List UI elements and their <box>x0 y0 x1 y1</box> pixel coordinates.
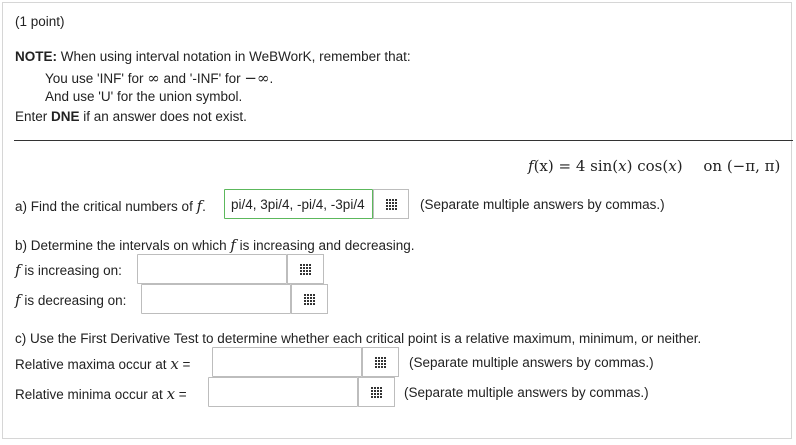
note-line-inf: You use 'INF' for ∞ and '-INF' for −∞. <box>45 69 273 87</box>
decreasing-label: f is decreasing on: <box>15 291 126 309</box>
function-arg: (x) = 4 sin( <box>533 157 619 175</box>
increasing-input[interactable] <box>137 254 287 284</box>
minima-x: x <box>166 385 176 403</box>
maxima-input[interactable] <box>212 347 362 377</box>
minima-input[interactable] <box>208 377 358 407</box>
section-divider <box>14 140 793 141</box>
maxima-hint: (Separate multiple answers by commas.) <box>409 355 654 370</box>
part-b-label: b) Determine the intervals on which f is… <box>15 236 415 254</box>
grid-icon <box>385 198 397 210</box>
decreasing-field[interactable] <box>142 285 290 313</box>
minima-field[interactable] <box>209 378 357 406</box>
function-x2: x <box>668 157 677 175</box>
neg-infinity-symbol: −∞ <box>244 69 270 87</box>
function-mid: ) cos( <box>626 157 669 175</box>
minima-text: Relative minima occur at <box>15 387 167 402</box>
minima-eq: = <box>175 387 187 402</box>
part-a-text: a) Find the critical numbers of <box>15 199 197 214</box>
equation-editor-button-inc[interactable] <box>287 254 324 284</box>
part-a-label: a) Find the critical numbers of f. <box>15 197 206 215</box>
maxima-eq: = <box>178 357 191 372</box>
maxima-text: Relative maxima occur at <box>15 357 171 372</box>
note-line-union: And use 'U' for the union symbol. <box>45 89 243 104</box>
dne-text-a: Enter <box>15 109 52 124</box>
maxima-x: x <box>170 355 179 373</box>
note-label: NOTE: <box>15 49 57 64</box>
part-b-text-a: b) Determine the intervals on which <box>15 238 231 253</box>
note-dne: Enter DNE if an answer does not exist. <box>15 109 247 124</box>
increasing-label: f is increasing on: <box>15 261 122 279</box>
critical-numbers-field[interactable] <box>225 190 372 218</box>
dne-keyword: DNE <box>51 109 80 124</box>
grid-icon <box>304 293 315 305</box>
grid-icon <box>371 386 382 398</box>
equation-editor-button-dec[interactable] <box>291 284 328 314</box>
function-on: on <box>703 157 723 175</box>
critical-numbers-input[interactable] <box>224 189 373 219</box>
note-heading: NOTE: When using interval notation in We… <box>15 49 411 64</box>
grid-icon <box>375 356 386 368</box>
increasing-field[interactable] <box>138 255 286 283</box>
equation-editor-button-max[interactable] <box>362 347 399 377</box>
note-inf-text: You use 'INF' for <box>45 71 148 86</box>
minima-hint: (Separate multiple answers by commas.) <box>404 385 649 400</box>
part-a-period: . <box>202 199 206 214</box>
minima-label: Relative minima occur at x = <box>15 385 187 403</box>
note-text: When using interval notation in WeBWorK,… <box>57 49 411 64</box>
decreasing-input[interactable] <box>141 284 291 314</box>
decreasing-text: is decreasing on: <box>20 293 127 308</box>
part-a-hint: (Separate multiple answers by commas.) <box>420 197 665 212</box>
maxima-label: Relative maxima occur at x = <box>15 355 190 373</box>
function-definition: f(x) = 4 sin(x) cos(x) on (−π, π) <box>528 157 780 175</box>
function-interval: (−π, π) <box>726 157 781 175</box>
equation-editor-button-min[interactable] <box>358 377 395 407</box>
function-x1: x <box>618 157 627 175</box>
equation-editor-button-a[interactable] <box>373 189 409 219</box>
dne-text-c: if an answer does not exist. <box>79 109 247 124</box>
note-period: . <box>269 71 274 86</box>
grid-icon <box>300 263 311 275</box>
increasing-text: is increasing on: <box>20 263 122 278</box>
infinity-symbol: ∞ <box>147 69 160 87</box>
function-end: ) <box>676 157 683 175</box>
part-c-label: c) Use the First Derivative Test to dete… <box>15 331 702 346</box>
maxima-field[interactable] <box>213 348 361 376</box>
note-neginf-text: and '-INF' for <box>159 71 245 86</box>
part-b-text-b: is increasing and decreasing. <box>235 238 415 253</box>
point-value: (1 point) <box>15 14 65 29</box>
